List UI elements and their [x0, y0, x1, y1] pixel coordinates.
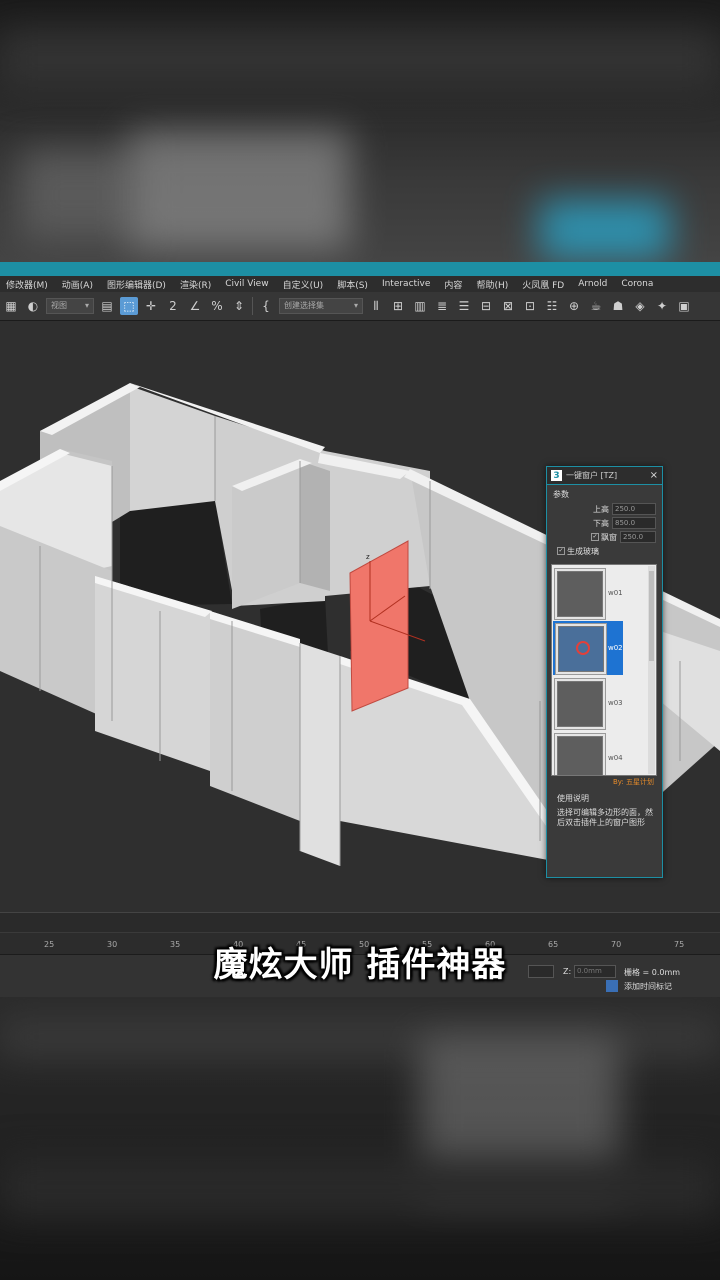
snap-icon[interactable]: 2	[164, 297, 182, 315]
thumb-label-w04: w04	[608, 754, 623, 762]
thumb-label-w01: w01	[608, 589, 623, 597]
window-style-list[interactable]: w01 w02 w03 w04	[551, 564, 657, 776]
render-frame-icon[interactable]: ⊕	[565, 297, 583, 315]
glass-checkbox[interactable]: ✓ 生成玻璃	[557, 546, 599, 557]
layer-icon[interactable]: ▥	[411, 297, 429, 315]
material-editor-icon[interactable]: ⊡	[521, 297, 539, 315]
click-indicator-icon	[576, 641, 590, 655]
author-label: By: 五星计划	[612, 778, 654, 786]
upper-height-row: 上高 250.0	[547, 502, 662, 516]
video-caption: 魔炫大师 插件神器	[213, 945, 507, 985]
dialog-title-bar[interactable]: 3 一键窗户 [TZ] ×	[547, 467, 662, 485]
menu-civil-view[interactable]: Civil View	[219, 279, 276, 289]
lower-height-label: 下高	[593, 518, 609, 528]
lower-height-spinner[interactable]: 850.0	[612, 517, 656, 529]
lower-height-row: 下高 850.0	[547, 516, 662, 530]
blurred-background-bottom	[0, 997, 720, 1280]
menu-corona[interactable]: Corona	[615, 279, 661, 289]
menu-help[interactable]: 帮助(H)	[470, 278, 516, 291]
usage-text: 选择可编辑多边形的面，然后双击插件上的窗户图形	[557, 808, 653, 827]
dialog-title: 一键窗户 [TZ]	[566, 471, 618, 480]
max-logo-icon: 3	[551, 470, 562, 481]
fd-icon[interactable]: ✦	[653, 297, 671, 315]
window-thumb-w03[interactable]	[554, 678, 606, 730]
align-icon[interactable]: ⊞	[389, 297, 407, 315]
blurred-background-top	[0, 0, 720, 262]
move-icon[interactable]: ✛	[142, 297, 160, 315]
upper-height-label: 上高	[593, 504, 609, 514]
corona-render-icon[interactable]: ◈	[631, 297, 649, 315]
window-thumb-w04[interactable]	[554, 733, 606, 775]
check-icon: ✓	[557, 547, 565, 555]
view-select-label: 视图	[51, 301, 67, 310]
render-icon[interactable]: ☕	[587, 297, 605, 315]
params-heading: 参数	[553, 490, 569, 499]
window-plugin-dialog: 3 一键窗户 [TZ] × 参数 上高 250.0 下高 850.0 ✓ 飘窗 2…	[546, 466, 663, 878]
main-toolbar: ▦ ◐ 视图 ▾ ▤ ⬚ ✛ 2 ∠ % ⇕ { 创建选择集 ▾ ⫴ ⊞ ▥ ≣ ☰…	[0, 292, 720, 321]
plugin-icon[interactable]: ▣	[675, 297, 693, 315]
upper-height-spinner[interactable]: 250.0	[612, 503, 656, 515]
window-thumb-w01[interactable]	[554, 568, 606, 620]
spinner-snap-icon[interactable]: ⇕	[230, 297, 248, 315]
menu-scripting[interactable]: 脚本(S)	[331, 278, 376, 291]
menu-arnold[interactable]: Arnold	[572, 279, 615, 289]
percent-snap-icon[interactable]: %	[208, 297, 226, 315]
angle-snap-icon[interactable]: ∠	[186, 297, 204, 315]
menu-rendering[interactable]: 渲染(R)	[174, 278, 219, 291]
selection-set-label: 创建选择集	[284, 301, 324, 310]
sill-checkbox[interactable]: ✓ 飘窗	[591, 532, 617, 543]
menu-bar: 修改器(M) 动画(A) 图形编辑器(D) 渲染(R) Civil View 自…	[0, 276, 720, 292]
glass-label: 生成玻璃	[567, 546, 599, 556]
time-slider[interactable]	[0, 912, 720, 933]
glass-row: ✓ 生成玻璃	[547, 544, 662, 558]
curve-editor-icon[interactable]: ⊟	[477, 297, 495, 315]
menu-fd[interactable]: 火凤凰 FD	[516, 278, 572, 291]
sill-spinner[interactable]: 250.0	[620, 531, 656, 543]
schematic-icon[interactable]: ⊠	[499, 297, 517, 315]
render-production-icon[interactable]: ☗	[609, 297, 627, 315]
edit-named-sets-icon[interactable]: {	[257, 297, 275, 315]
toolbar-divider	[252, 297, 253, 315]
selection-set-select[interactable]: 创建选择集 ▾	[279, 298, 363, 314]
menu-modifiers[interactable]: 修改器(M)	[0, 278, 56, 291]
mirror-icon[interactable]: ⫴	[367, 297, 385, 315]
menu-animation[interactable]: 动画(A)	[56, 278, 101, 291]
list-scroll-thumb[interactable]	[649, 571, 654, 661]
thumb-label-w03: w03	[608, 699, 623, 707]
usage-heading: 使用说明	[557, 794, 589, 803]
perspective-viewport[interactable]: z 3 一键窗户 [TZ] × 参数 上高 250.0 下高 850.0 ✓ 飘窗…	[0, 321, 720, 912]
sill-label: 飘窗	[601, 532, 617, 542]
menu-customize[interactable]: 自定义(U)	[277, 278, 332, 291]
bind-icon[interactable]: ◐	[24, 297, 42, 315]
close-icon[interactable]: ×	[650, 470, 658, 481]
scene-explorer-icon[interactable]: ≣	[433, 297, 451, 315]
view-select[interactable]: 视图 ▾	[46, 298, 94, 314]
sill-row: ✓ 飘窗 250.0	[547, 530, 662, 544]
menu-graph-editors[interactable]: 图形编辑器(D)	[101, 278, 174, 291]
select-object-icon[interactable]: ⬚	[120, 297, 138, 315]
menu-content[interactable]: 内容	[438, 278, 470, 291]
menu-interactive[interactable]: Interactive	[376, 279, 438, 289]
select-link-icon[interactable]: ▦	[2, 297, 20, 315]
select-region-icon[interactable]: ▤	[98, 297, 116, 315]
title-bar	[0, 262, 720, 276]
render-setup-icon[interactable]: ☷	[543, 297, 561, 315]
ribbon-icon[interactable]: ☰	[455, 297, 473, 315]
3dsmax-window: 修改器(M) 动画(A) 图形编辑器(D) 渲染(R) Civil View 自…	[0, 262, 720, 997]
svg-text:z: z	[366, 553, 370, 561]
thumb-label-w02: w02	[608, 644, 623, 652]
check-icon: ✓	[591, 533, 599, 541]
